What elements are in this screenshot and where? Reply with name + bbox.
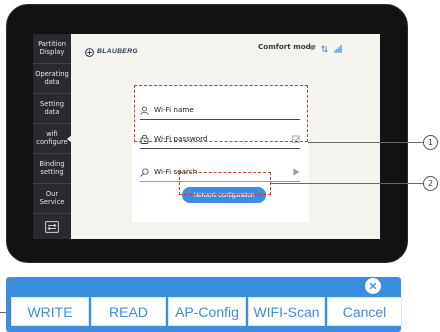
sidebar-item-label: wifi configure [36,129,68,146]
sidebar-item-label: Our Service [39,189,65,206]
wifi-search-label: Wi-Fi search [154,167,198,176]
sidebar-item-operating-data[interactable]: Operating data [33,64,71,94]
sidebar-item-label: Partition Display [38,39,66,56]
main-screen: BLAUBERG Comfort mode Wi-Fi name Wi-Fi p… [71,34,380,239]
signal-bars-icon [334,38,342,57]
status-icons [310,42,342,53]
search-icon [140,162,149,181]
brand: BLAUBERG [85,42,138,61]
callout-marker-1: 1 [423,135,438,150]
play-arrow-icon[interactable] [293,168,300,176]
mode-label: Comfort mode [258,42,316,51]
action-buttons: WRITE READ AP-Config WIFI-Scan Cancel [11,297,402,326]
sidebar-item-wifi-configure[interactable]: wifi configure [33,124,72,154]
lock-icon [140,129,149,148]
user-icon [140,100,149,119]
wifi-scan-button[interactable]: WIFI-Scan [248,297,325,326]
sidebar-item-label: Binding setting [39,159,65,176]
callout-marker-2: 2 [423,176,438,191]
wifi-search-field[interactable]: Wi-Fi search [140,162,300,182]
sidebar-item-our-service[interactable]: Our Service [33,184,71,214]
switch-panel-icon[interactable] [45,220,59,233]
write-button[interactable]: WRITE [11,297,89,326]
wifi-password-label: Wi-Fi password [154,134,208,143]
data-transfer-icon [321,38,328,57]
wifi-name-field[interactable]: Wi-Fi name [140,100,300,120]
close-icon[interactable] [365,278,381,294]
sidebar-bottom [33,214,71,239]
ap-config-button[interactable]: AP-Config [168,297,246,326]
sidebar-item-label: Setting data [40,99,64,116]
cancel-button[interactable]: Cancel [327,297,402,326]
blauberg-logo-icon [85,42,94,61]
brand-name: BLAUBERG [97,48,138,55]
leader-line-2 [271,183,423,184]
sidebar-item-partition-display[interactable]: Partition Display [33,34,71,64]
leader-line-1 [308,142,423,143]
status-dot-icon [310,44,315,50]
wifi-panel: Wi-Fi name Wi-Fi password Wi-Fi search N… [132,87,309,222]
wifi-password-field[interactable]: Wi-Fi password [140,129,300,149]
manual-illustration: Partition Display Operating data Setting… [0,0,440,332]
wifi-name-label: Wi-Fi name [154,105,194,114]
sidebar-item-label: Operating data [35,69,69,86]
network-configuration-button[interactable]: Network configuration [182,187,266,203]
show-password-icon[interactable] [292,135,300,143]
read-button[interactable]: READ [91,297,166,326]
sidebar-item-binding-setting[interactable]: Binding setting [33,154,71,184]
sidebar-item-setting-data[interactable]: Setting data [33,94,71,124]
sidebar: Partition Display Operating data Setting… [33,34,72,239]
